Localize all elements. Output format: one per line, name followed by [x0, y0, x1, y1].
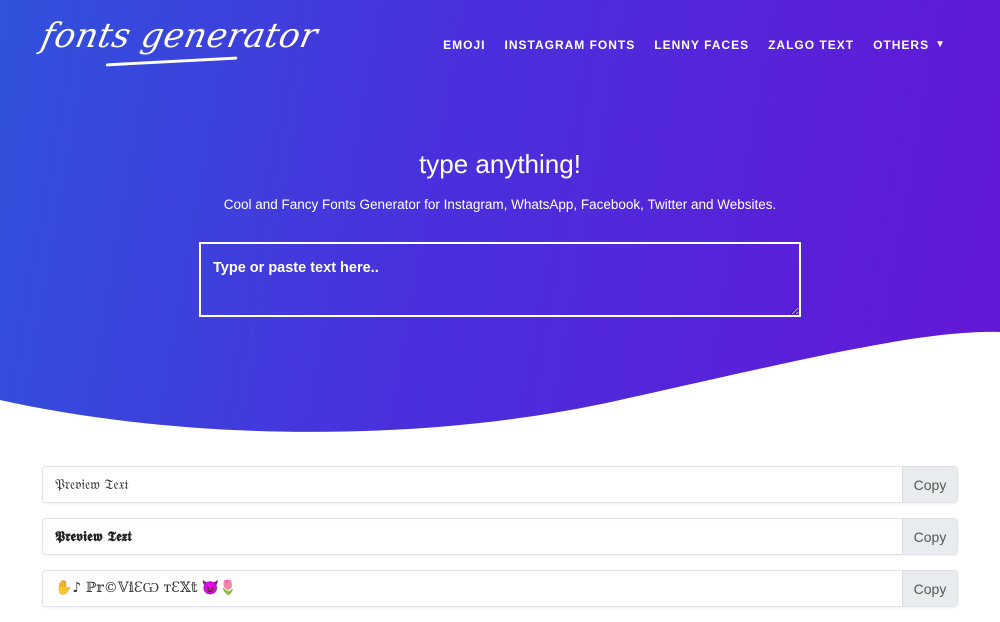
result-row: ✋♪ ℙ𝕣©𝕍𝕚ƐѠ ᴛƐ𝕏𝕥 😈🌷 Copy [42, 570, 958, 607]
logo-text: fonts generator [37, 16, 322, 56]
copy-button[interactable]: Copy [902, 467, 957, 502]
main-nav: EMOJI INSTAGRAM FONTS LENNY FACES ZALGO … [443, 38, 946, 52]
nav-others-label: OTHERS [873, 38, 930, 52]
nav-zalgo-text[interactable]: ZALGO TEXT [768, 38, 854, 52]
hero-wave-divider [0, 331, 1000, 450]
result-preview-text[interactable]: 𝔓𝔯𝔢𝔳𝔦𝔢𝔴 𝔗𝔢𝔵𝔱 [43, 467, 902, 502]
results-list: 𝔓𝔯𝔢𝔳𝔦𝔢𝔴 𝔗𝔢𝔵𝔱 Copy 𝕻𝖗𝖊𝖛𝖎𝖊𝖜 𝕿𝖊𝖝𝖙 Copy ✋♪ ℙ… [42, 466, 958, 622]
nav-emoji[interactable]: EMOJI [443, 38, 485, 52]
nav-zalgo-text-label: ZALGO TEXT [768, 38, 855, 52]
hero-title: type anything! [419, 149, 581, 179]
site-logo[interactable]: fonts generator [37, 16, 322, 67]
result-preview-text[interactable]: ✋♪ ℙ𝕣©𝕍𝕚ƐѠ ᴛƐ𝕏𝕥 😈🌷 [43, 571, 902, 606]
result-row: 𝕻𝖗𝖊𝖛𝖎𝖊𝖜 𝕿𝖊𝖝𝖙 Copy [42, 518, 958, 555]
nav-emoji-label: EMOJI [443, 38, 486, 52]
hero-subtitle: Cool and Fancy Fonts Generator for Insta… [223, 197, 777, 212]
nav-instagram-fonts[interactable]: INSTAGRAM FONTS [505, 38, 636, 52]
result-row: 𝔓𝔯𝔢𝔳𝔦𝔢𝔴 𝔗𝔢𝔵𝔱 Copy [42, 466, 958, 503]
result-preview-text[interactable]: 𝕻𝖗𝖊𝖛𝖎𝖊𝖜 𝕿𝖊𝖝𝖙 [43, 519, 902, 554]
nav-instagram-fonts-label: INSTAGRAM FONTS [504, 38, 636, 52]
text-input[interactable] [199, 242, 801, 317]
nav-lenny-faces-label: LENNY FACES [654, 38, 750, 52]
copy-button[interactable]: Copy [902, 571, 957, 606]
nav-others-dropdown[interactable]: OTHERS ▼ [873, 38, 946, 52]
chevron-down-icon: ▼ [935, 38, 946, 50]
copy-button[interactable]: Copy [902, 519, 957, 554]
nav-lenny-faces[interactable]: LENNY FACES [654, 38, 749, 52]
